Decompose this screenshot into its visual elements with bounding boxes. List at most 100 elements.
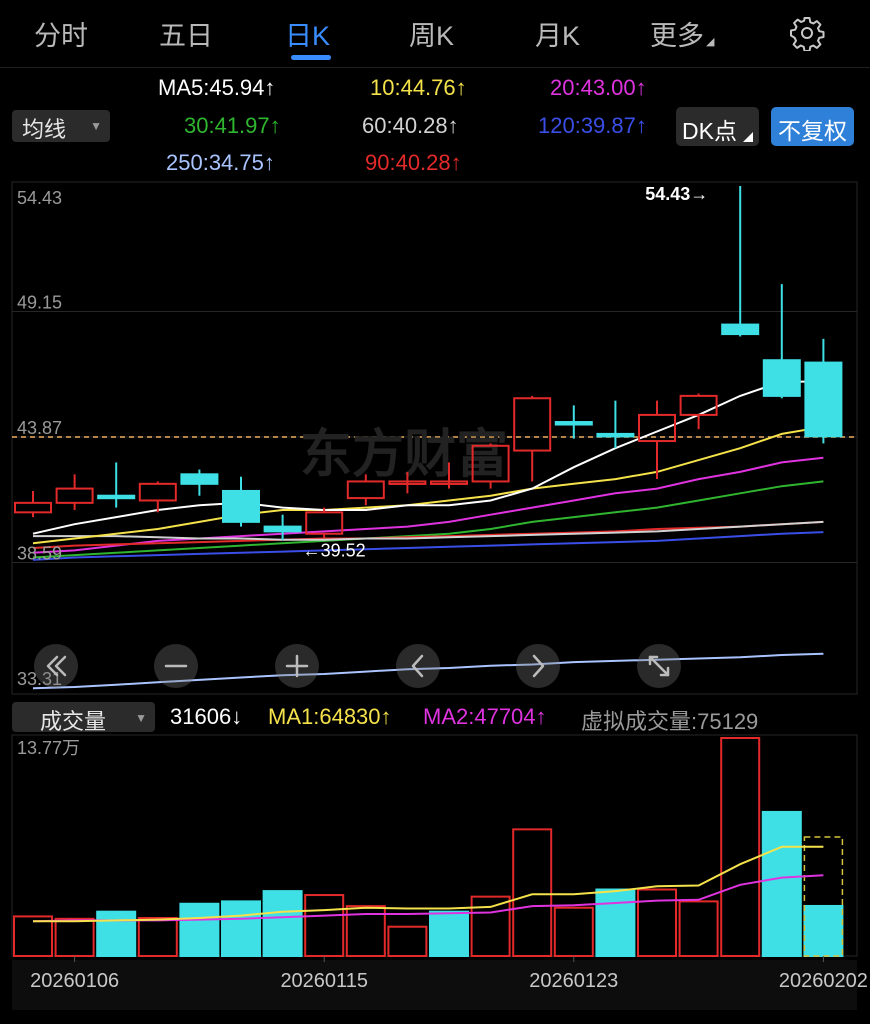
price-annotations: 54.43→ ←39.52 bbox=[303, 184, 709, 560]
ma60-value: 60:40.28↑ bbox=[362, 113, 459, 139]
ma60-arrow: ↑ bbox=[447, 113, 459, 138]
candle-body bbox=[762, 359, 801, 397]
volume-bar bbox=[512, 828, 553, 957]
tab-weekly-k[interactable]: 周K bbox=[409, 14, 454, 53]
tab-monthly-k[interactable]: 月K bbox=[535, 14, 580, 53]
ma5-text: MA5:45.94 bbox=[158, 75, 265, 100]
candle bbox=[679, 393, 718, 430]
ma250-text: 250:34.75 bbox=[166, 150, 264, 175]
volume-bar bbox=[13, 915, 53, 957]
candle bbox=[180, 469, 219, 496]
candle-body bbox=[14, 501, 52, 514]
ma20-text: 20:43.00 bbox=[550, 75, 636, 100]
active-tab-indicator bbox=[291, 55, 331, 60]
candle bbox=[14, 490, 52, 518]
ma90-arrow: ↑ bbox=[450, 150, 462, 175]
ma10-arrow: ↑ bbox=[455, 75, 467, 100]
candle bbox=[554, 405, 593, 439]
chevron-right-icon[interactable] bbox=[516, 644, 560, 688]
volume-bar bbox=[262, 890, 303, 957]
no-adjust-button[interactable]: 不复权 bbox=[771, 107, 854, 146]
ma30-text: 30:41.97 bbox=[184, 113, 270, 138]
volume-bar bbox=[761, 810, 802, 958]
candle bbox=[222, 476, 260, 527]
vol-ma1-text: MA1:64830 bbox=[268, 704, 381, 729]
date-tick-label: 20260115 bbox=[280, 970, 368, 992]
volume-bar bbox=[221, 900, 261, 957]
price-axis-label: 49.15 bbox=[17, 293, 62, 313]
volume-bar bbox=[803, 904, 844, 957]
volume-bar bbox=[137, 917, 178, 958]
zoom-out-icon[interactable] bbox=[154, 644, 198, 688]
nav-button-bg bbox=[516, 644, 560, 688]
tab-daily-k[interactable]: 日K bbox=[285, 14, 330, 53]
dk-point-label: DK点 bbox=[682, 118, 737, 144]
price-axis-label: 38.59 bbox=[17, 544, 62, 564]
candle bbox=[804, 338, 843, 444]
watermark: 东方财富 bbox=[300, 426, 508, 484]
candle-body bbox=[222, 489, 260, 523]
volume-text: 31606 bbox=[170, 704, 232, 729]
dk-point-button[interactable]: DK点 bbox=[676, 107, 759, 146]
candlestick-chart[interactable]: 东方财富 54.4349.1543.8738.5933.31 54.43→←39… bbox=[0, 178, 870, 700]
volume-arrow: ↓ bbox=[231, 704, 243, 729]
period-tabs: 分时 五日 日K 周K 月K 更多 ◢ bbox=[0, 0, 870, 66]
zoom-in-icon[interactable] bbox=[275, 644, 319, 688]
candle-body bbox=[180, 473, 219, 485]
volume-bar bbox=[179, 902, 220, 958]
ma60-text: 60:40.28 bbox=[362, 113, 448, 138]
ma10-value: 10:44.76↑ bbox=[370, 75, 467, 101]
price-axis-label: 43.87 bbox=[17, 418, 62, 438]
price-axis-label: 54.43 bbox=[17, 188, 62, 208]
tab-more[interactable]: 更多 ◢ bbox=[650, 14, 714, 53]
candle bbox=[97, 462, 136, 508]
gear-icon[interactable] bbox=[789, 15, 825, 51]
no-adjust-label: 不复权 bbox=[778, 118, 847, 144]
dk-corner-icon bbox=[743, 132, 753, 142]
volume-grid bbox=[11, 734, 858, 1010]
ma20-arrow: ↑ bbox=[635, 75, 647, 100]
tab-intraday[interactable]: 分时 bbox=[34, 14, 88, 53]
ma-type-dropdown[interactable]: 均线 ▼ bbox=[12, 110, 110, 142]
volume-bar bbox=[553, 906, 594, 957]
fullscreen-icon[interactable] bbox=[637, 644, 681, 688]
candle-body bbox=[804, 361, 843, 438]
chevron-left-icon[interactable] bbox=[396, 644, 440, 688]
candle bbox=[762, 284, 801, 399]
tab-more-label: 更多 bbox=[650, 21, 704, 51]
volume-bars bbox=[13, 737, 844, 958]
high-price-annotation: 54.43→ bbox=[645, 184, 708, 204]
volume-chart[interactable]: 13.77万 20260106 20260115 20260123 20260202 bbox=[0, 734, 870, 1024]
vol-ma2-value: MA2:47704↑ bbox=[423, 704, 547, 730]
candles bbox=[14, 186, 843, 541]
indicator-dropdown[interactable]: 成交量 ▼ bbox=[12, 702, 155, 734]
candle-body bbox=[679, 394, 718, 416]
volume-bar bbox=[720, 737, 761, 957]
tab-five-day[interactable]: 五日 bbox=[159, 14, 213, 53]
price-axis-labels: 54.4349.1543.8738.5933.31 bbox=[17, 188, 62, 689]
volume-ma-lines bbox=[32, 845, 824, 923]
volume-value: 31606↓ bbox=[170, 704, 242, 730]
ma250-value: 250:34.75↑ bbox=[166, 150, 275, 176]
candle-body bbox=[55, 487, 94, 504]
volume-bar bbox=[429, 910, 469, 958]
candle-body bbox=[97, 494, 136, 500]
volume-bar bbox=[678, 900, 719, 957]
header-divider bbox=[0, 67, 870, 68]
candle-body bbox=[554, 421, 593, 426]
candle bbox=[305, 507, 344, 539]
ma10-text: 10:44.76 bbox=[370, 75, 456, 100]
ma30-line bbox=[32, 480, 824, 559]
vol-ma2-text: MA2:47704 bbox=[423, 704, 536, 729]
ma-type-label: 均线 bbox=[22, 117, 67, 142]
dropdown-caret-icon: ▼ bbox=[90, 119, 102, 133]
kline-screen: 分时 五日 日K 周K 月K 更多 ◢ 均线 ▼ MA5:45.94 ↑ 10:44.… bbox=[0, 0, 870, 1024]
candle-body bbox=[138, 482, 177, 502]
volume-bar bbox=[304, 894, 345, 958]
ma120-value: 120:39.87↑ bbox=[538, 113, 647, 139]
volume-bar bbox=[470, 895, 511, 957]
double-chevron-left-icon[interactable] bbox=[34, 644, 78, 688]
virtual-volume: 虚拟成交量:75129 bbox=[581, 709, 759, 734]
ma250-arrow: ↑ bbox=[263, 150, 275, 175]
candle-body bbox=[721, 323, 760, 336]
